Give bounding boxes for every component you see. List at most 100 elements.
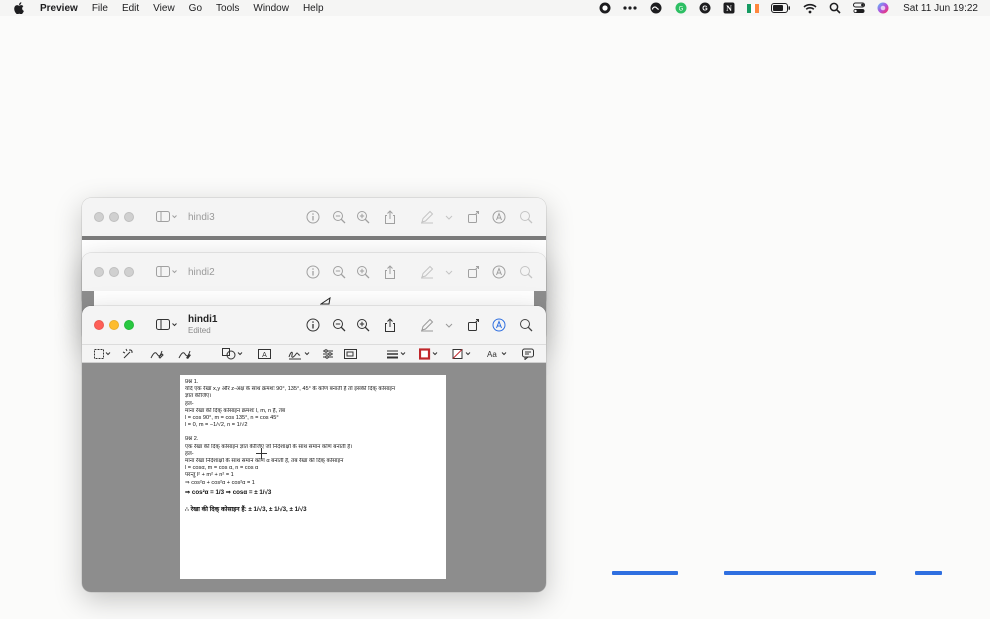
text-style-button[interactable]: Aa: [487, 348, 509, 360]
close-button[interactable]: [94, 212, 104, 222]
search-icon[interactable]: [519, 265, 533, 279]
adjust-color-icon[interactable]: [322, 348, 334, 360]
question-1-text: यदि एक रेखा x,y और z-अक्ष के साथ क्रमशः …: [185, 386, 396, 393]
solution-1-line: माना रेखा की दिक् कोसाइन क्रमशः l, m, n …: [185, 407, 286, 414]
search-icon[interactable]: [519, 210, 533, 224]
solution-2-line: माना रेखा निर्देशाक्षों के साथ समान कोण …: [185, 458, 344, 465]
close-button[interactable]: [94, 267, 104, 277]
cropped-link-text: [612, 571, 942, 575]
figure-fragment-icon: [320, 297, 331, 305]
menu-edit[interactable]: Edit: [115, 3, 146, 14]
markup-pen-icon[interactable]: [420, 318, 434, 332]
rotate-icon[interactable]: [467, 210, 481, 224]
flag-icon[interactable]: [747, 3, 760, 13]
menu-bar: Preview File Edit View Go Tools Window H…: [0, 0, 990, 16]
svg-text:N: N: [726, 4, 732, 13]
menu-view[interactable]: View: [146, 3, 182, 14]
ellipsis-icon[interactable]: [623, 2, 637, 14]
markup-toolbar-icon[interactable]: [492, 318, 506, 332]
window-subtitle[interactable]: Edited: [188, 325, 217, 336]
markup-toolbar-icon[interactable]: [492, 265, 506, 279]
share-icon[interactable]: [383, 265, 397, 279]
question-2-heading: प्रश्न 2.: [185, 436, 199, 443]
zoom-in-icon[interactable]: [356, 210, 370, 224]
menu-go[interactable]: Go: [182, 3, 209, 14]
share-icon[interactable]: [383, 318, 397, 332]
chevron-down-icon[interactable]: [442, 210, 456, 224]
document-page[interactable]: प्रश्न 1. यदि एक रेखा x,y और z-अक्ष के स…: [180, 375, 446, 579]
info-icon[interactable]: [306, 265, 320, 279]
menu-help[interactable]: Help: [296, 3, 331, 14]
share-icon[interactable]: [383, 210, 397, 224]
instant-alpha-icon[interactable]: [122, 348, 134, 360]
minimize-button[interactable]: [109, 267, 119, 277]
search-icon[interactable]: [519, 318, 533, 332]
creative-cloud-icon[interactable]: [649, 2, 663, 14]
titlebar[interactable]: hindi1 Edited: [82, 306, 546, 344]
grammarly-icon[interactable]: G: [675, 2, 687, 14]
markup-toolbar-icon[interactable]: [492, 210, 506, 224]
question-1-heading: प्रश्न 1.: [185, 379, 199, 385]
zoom-in-icon[interactable]: [356, 318, 370, 332]
markup-toolbar: A Aa: [82, 344, 546, 363]
markup-pen-icon[interactable]: [420, 210, 434, 224]
control-center-icon[interactable]: [853, 2, 866, 14]
sketch-icon[interactable]: [150, 348, 164, 360]
sidebar-toggle-button[interactable]: [156, 266, 178, 278]
shapes-button[interactable]: [222, 348, 246, 360]
markup-pen-icon[interactable]: [420, 265, 434, 279]
solution-2-label: हल-: [185, 450, 194, 457]
svg-text:Aa: Aa: [487, 350, 497, 359]
zoom-button[interactable]: [124, 320, 134, 330]
menu-tools[interactable]: Tools: [209, 3, 246, 14]
zoom-out-icon[interactable]: [332, 265, 346, 279]
info-icon[interactable]: [306, 318, 320, 332]
zoom-in-icon[interactable]: [356, 265, 370, 279]
menu-window[interactable]: Window: [246, 3, 296, 14]
chevron-down-icon[interactable]: [442, 265, 456, 279]
window-title: hindi2: [188, 266, 215, 278]
solution-2-line: l = cosα, m = cos α, n = cos α: [185, 465, 259, 472]
text-box-icon[interactable]: A: [258, 348, 272, 360]
rotate-icon[interactable]: [467, 265, 481, 279]
apple-menu-icon[interactable]: [12, 2, 26, 14]
window-title: hindi1: [188, 314, 218, 325]
minimize-button[interactable]: [109, 212, 119, 222]
menu-file[interactable]: File: [85, 3, 115, 14]
zoom-out-icon[interactable]: [332, 210, 346, 224]
google-icon[interactable]: G: [699, 2, 711, 14]
svg-text:A: A: [262, 352, 267, 359]
menubar-clock[interactable]: Sat 11 Jun 19:22: [903, 3, 978, 14]
zoom-out-icon[interactable]: [332, 318, 346, 332]
note-icon[interactable]: [522, 348, 534, 360]
titlebar[interactable]: hindi3: [82, 198, 546, 236]
siri-icon[interactable]: [877, 2, 889, 14]
minimize-button[interactable]: [109, 320, 119, 330]
selection-tool-button[interactable]: [94, 348, 112, 360]
info-icon[interactable]: [306, 210, 320, 224]
line-style-button[interactable]: [386, 348, 408, 360]
notion-icon[interactable]: N: [723, 2, 735, 14]
zoom-button[interactable]: [124, 212, 134, 222]
close-button[interactable]: [94, 320, 104, 330]
chevron-down-icon[interactable]: [442, 318, 456, 332]
menu-app-name[interactable]: Preview: [36, 3, 85, 14]
window-hindi1[interactable]: hindi1 Edited A Aa प्रश्न 1. यदि एक रेखा…: [82, 306, 546, 592]
fill-color-button[interactable]: [452, 348, 474, 360]
document-viewer[interactable]: प्रश्न 1. यदि एक रेखा x,y और z-अक्ष के स…: [82, 363, 546, 592]
titlebar[interactable]: hindi2: [82, 253, 546, 291]
sidebar-toggle-button[interactable]: [156, 319, 178, 331]
zoom-button[interactable]: [124, 267, 134, 277]
wifi-icon[interactable]: [803, 3, 817, 14]
rotate-icon[interactable]: [467, 318, 481, 332]
record-icon[interactable]: [599, 2, 611, 14]
adjust-size-icon[interactable]: [344, 348, 358, 360]
question-1-text-cont: ज्ञात कीजिए।: [185, 393, 212, 400]
sign-button[interactable]: [288, 348, 312, 360]
border-color-button[interactable]: [419, 348, 441, 360]
sidebar-toggle-button[interactable]: [156, 211, 178, 223]
battery-icon[interactable]: [771, 3, 791, 13]
draw-icon[interactable]: [178, 348, 192, 360]
search-icon[interactable]: [829, 2, 841, 14]
